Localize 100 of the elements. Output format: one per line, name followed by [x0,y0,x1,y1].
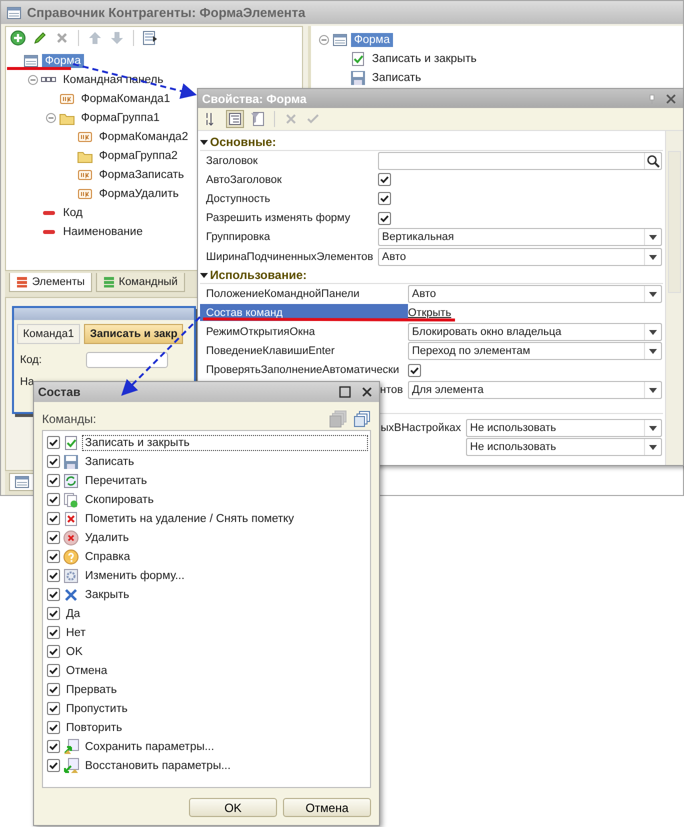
checkbox[interactable] [47,645,60,658]
property-name[interactable]: Состав команд [204,304,285,321]
list-item[interactable]: Пометить на удаление / Снять пометку [82,510,368,526]
collapse-icon[interactable] [200,270,208,279]
tree-item[interactable]: Записать и закрыть [369,52,480,66]
property-name-cell[interactable]: Заголовок [200,152,378,170]
input-field[interactable] [378,152,662,170]
checkbox[interactable] [47,759,60,772]
dropdown[interactable]: Для элемента [408,380,662,399]
checkbox[interactable] [47,664,60,677]
list-item[interactable]: Отмена [63,662,368,678]
property-name[interactable]: РежимОткрытияОкна [204,324,318,340]
checkbox[interactable] [378,192,391,206]
property-name-cell[interactable]: Группировка [200,228,378,246]
search-icon[interactable] [644,152,661,169]
tree-item[interactable]: Форма [42,54,84,68]
property-name[interactable]: ПоложениеКоманднойПанели [204,286,362,302]
property-name[interactable]: Группировка [204,229,272,246]
dropdown[interactable]: Блокировать окно владельца [408,323,662,342]
button[interactable]: Команда1 [17,324,80,344]
button[interactable]: OK [189,798,277,817]
collapse-icon[interactable] [200,138,208,146]
tree-item[interactable]: ФормаКоманда2 [96,130,192,144]
filter-icon[interactable] [250,111,266,127]
list-item[interactable]: OK [63,644,368,660]
list-item[interactable]: Перечитать [82,472,368,488]
dropdown[interactable]: Авто [378,248,662,266]
list-item[interactable]: Да [63,606,368,622]
tree-item[interactable]: ФормаУдалить [96,186,182,200]
dropdown[interactable]: Авто [408,284,662,303]
list-item[interactable]: Справка [82,548,368,564]
checkbox[interactable] [47,569,60,582]
property-name-cell[interactable]: ПоложениеКоманднойПанели [200,285,408,302]
dropdown[interactable]: Вертикальная [378,228,662,246]
checkbox[interactable] [47,607,60,620]
list-item[interactable]: Восстановить параметры... [82,758,368,774]
property-name-cell[interactable]: Разрешить изменять форму [200,210,378,227]
scrollbar[interactable] [665,131,683,465]
dropdown[interactable]: Не использовать [466,418,662,437]
checkbox[interactable] [378,173,391,186]
tree-item[interactable]: Наименование [60,224,146,238]
checkbox[interactable] [47,588,60,601]
list-item[interactable]: Повторить [63,720,368,736]
tree-item[interactable]: ФормаГруппа2 [96,148,181,162]
property-name[interactable]: Заголовок [204,152,260,169]
tab[interactable] [9,473,35,491]
checkbox[interactable] [378,212,391,225]
list-item[interactable]: Удалить [82,530,368,546]
checkbox[interactable] [47,493,60,506]
property-name[interactable]: нтов [378,382,405,398]
tree-item[interactable]: ФормаЗаписать [96,168,187,182]
pencil-icon[interactable] [32,30,48,46]
link[interactable]: Открыть [408,306,452,319]
stack-icon[interactable] [353,410,371,428]
list-item[interactable]: Нет [63,624,368,640]
tree-item[interactable]: ФормаГруппа1 [78,110,163,124]
tab[interactable]: Элементы [9,273,92,292]
tree-item[interactable]: Форма [351,32,393,46]
property-name[interactable]: ПоведениеКлавишиEnter [204,343,337,360]
checkbox[interactable] [408,364,421,377]
window-icon[interactable] [142,30,158,46]
list-item[interactable]: Записать и закрыть [82,434,368,450]
property-name[interactable]: АвтоЗаголовок [204,172,284,188]
dropdown[interactable]: Не использовать [466,438,662,456]
button[interactable]: Отмена [283,798,371,817]
tab[interactable]: Командный [96,273,185,292]
property-name[interactable]: Доступность [204,190,272,207]
checkbox[interactable] [47,702,60,715]
dropdown[interactable]: Переход по элементам [408,342,662,360]
categories-icon[interactable] [226,110,244,128]
property-name-cell[interactable]: АвтоЗаголовок [200,171,378,188]
checkbox[interactable] [47,626,60,639]
checkbox[interactable] [47,683,60,696]
button[interactable]: Записать и закр [84,324,184,344]
close-icon[interactable] [665,92,677,104]
add-icon[interactable] [10,30,26,46]
checkbox[interactable] [47,474,60,487]
property-name[interactable]: Разрешить изменять форму [204,210,352,226]
tree-item[interactable]: Записать [369,70,424,84]
checkbox[interactable] [47,721,60,734]
list-item[interactable]: Скопировать [82,492,368,508]
maximize-icon[interactable] [339,386,351,398]
checkbox[interactable] [47,550,60,563]
property-name-cell[interactable]: ПоведениеКлавишиEnter [200,342,408,360]
list-item[interactable]: Сохранить параметры... [82,738,368,754]
property-name[interactable]: ыхВНастройках [378,420,463,436]
checkbox[interactable] [47,512,60,525]
list-item[interactable]: Закрыть [82,586,368,602]
checkbox[interactable] [47,436,60,449]
input-field[interactable] [86,352,168,368]
list-item[interactable]: Изменить форму... [82,568,368,584]
list-item[interactable]: Прервать [63,682,368,698]
checkbox[interactable] [47,455,60,468]
close-icon[interactable] [361,386,373,398]
tree-item[interactable]: ФормаКоманда1 [78,92,174,106]
list-item[interactable]: Записать [82,454,368,470]
tree-item[interactable]: Код [60,206,86,220]
list-item[interactable]: Пропустить [63,700,368,716]
property-name-cell[interactable]: Доступность [200,190,378,208]
property-name-cell[interactable]: РежимОткрытияОкна [200,324,408,341]
